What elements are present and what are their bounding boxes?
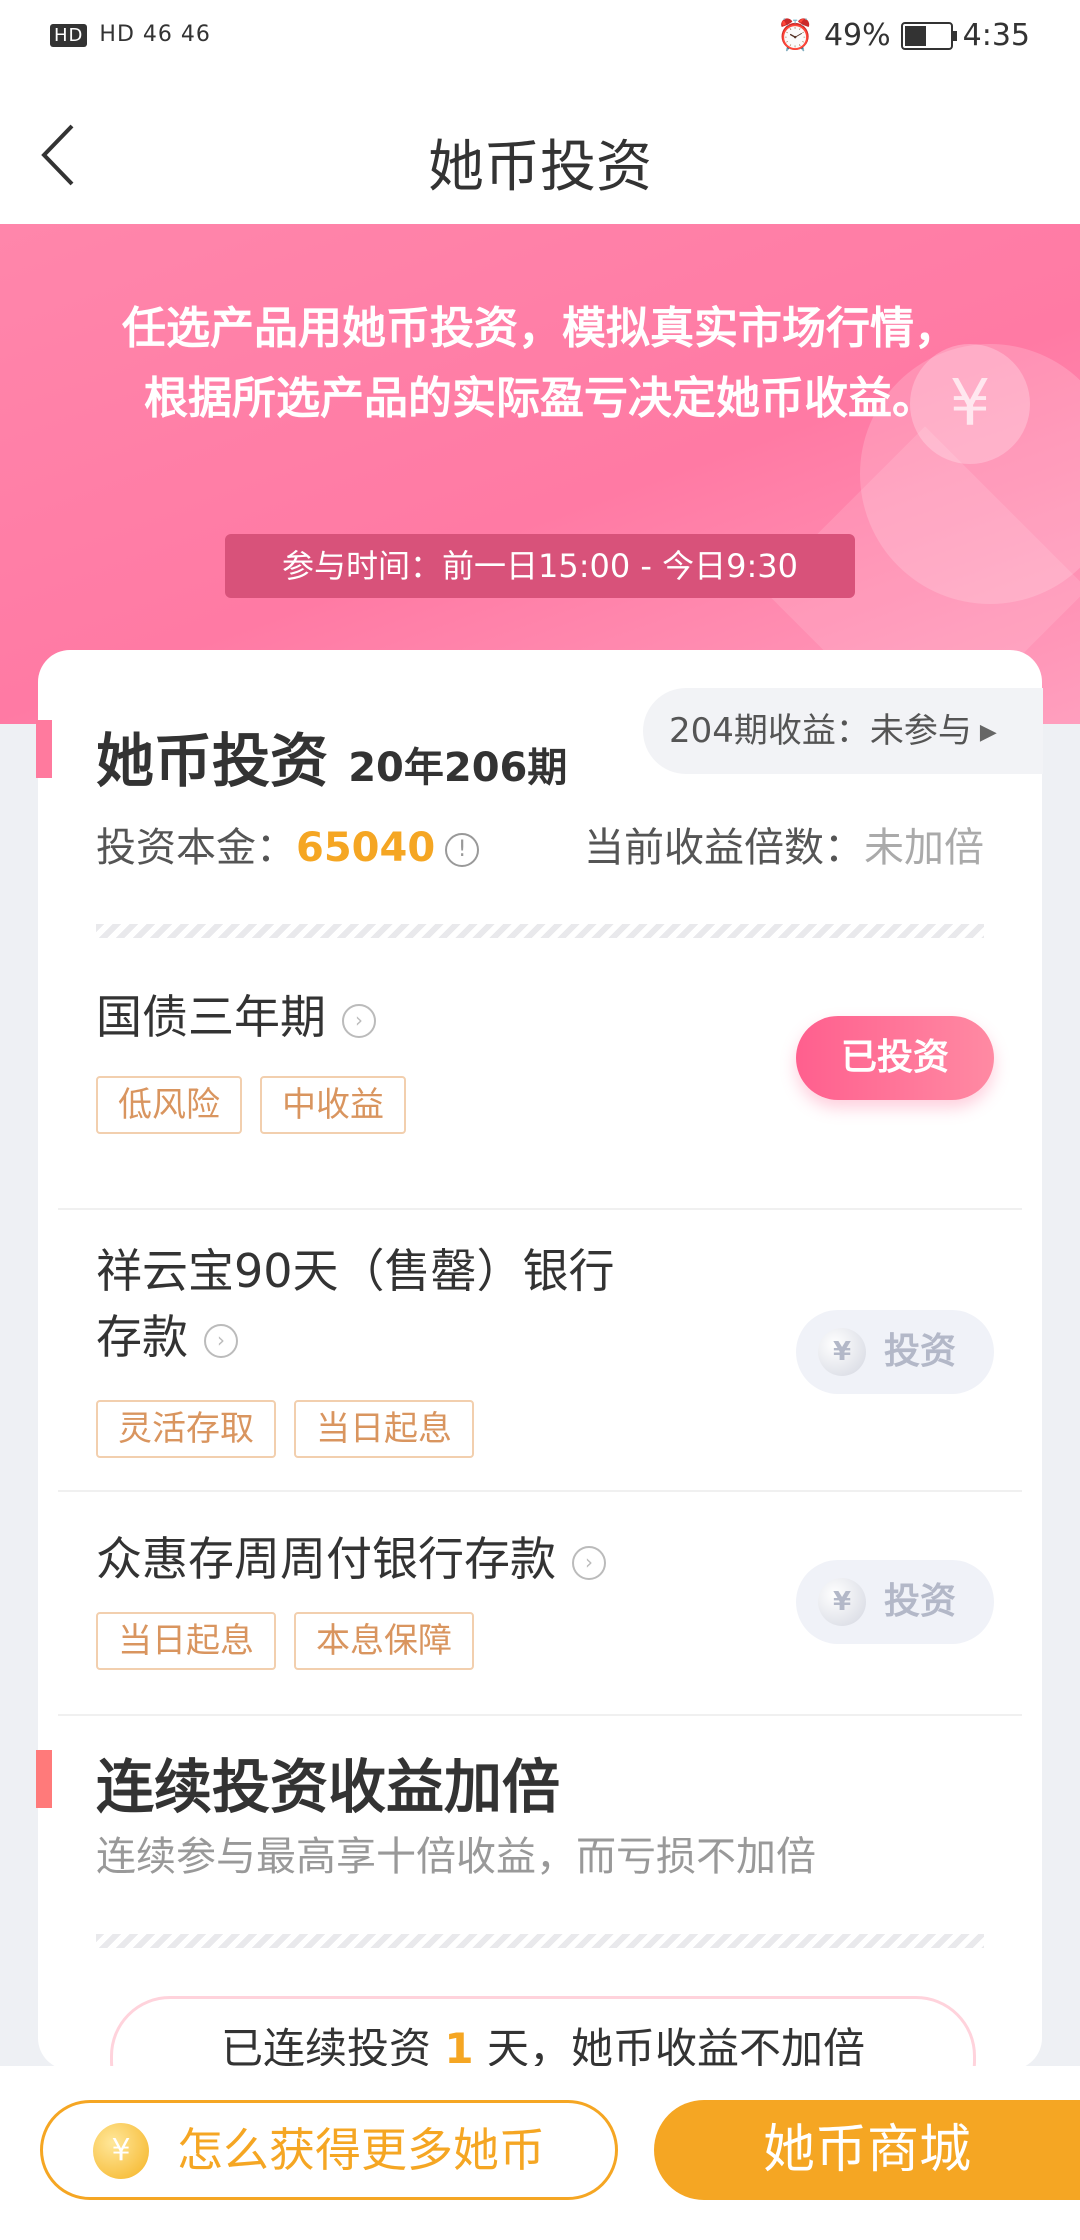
- hd-icon: HD: [50, 24, 88, 47]
- header: 她币投资: [0, 80, 1080, 224]
- product-tags: 低风险 中收益: [96, 1076, 406, 1134]
- product-name: 国债三年期 ›: [96, 984, 376, 1050]
- clock: 4:35: [962, 18, 1030, 53]
- divider: [96, 1934, 984, 1948]
- invested-button[interactable]: 已投资: [796, 1016, 994, 1100]
- coin-mall-button[interactable]: 她币商城: [654, 2100, 1080, 2200]
- product-tag: 当日起息: [96, 1612, 276, 1670]
- streak-subtitle: 连续参与最高享十倍收益，而亏损不加倍: [96, 1834, 816, 1880]
- status-right: ⏰ 49% 4:35: [777, 18, 1030, 53]
- investment-period: 20年206期: [348, 745, 568, 791]
- investment-meta: 投资本金：65040! 当前收益倍数：未加倍: [96, 815, 1016, 873]
- chevron-right-circle-icon[interactable]: ›: [572, 1545, 606, 1580]
- battery-icon: [900, 21, 957, 50]
- section-marker: [36, 1750, 52, 1808]
- product-name-text: 祥云宝90天（售罄）银行存款: [96, 1244, 615, 1364]
- signal-indicators: HD HD 46 46: [50, 22, 211, 47]
- more-coins-button[interactable]: ¥ 怎么获得更多她币: [40, 2100, 618, 2200]
- product-tags: 当日起息 本息保障: [96, 1612, 474, 1670]
- multiplier: 当前收益倍数：未加倍: [584, 815, 984, 873]
- alarm-icon: ⏰: [776, 18, 814, 53]
- participation-time: 参与时间：前一日15:00 - 今日9:30: [225, 534, 855, 598]
- page-title: 她币投资: [428, 135, 652, 200]
- investment-card: 她币投资 20年206期 204期收益：未参与 ▶ 投资本金：65040! 当前收…: [36, 650, 1043, 2122]
- multiplier-value: 未加倍: [864, 825, 984, 871]
- yen-coin-icon: ¥: [93, 2123, 149, 2179]
- status-bar: HD HD 46 46 ⏰ 49% 4:35: [0, 0, 1080, 80]
- divider: [96, 924, 984, 938]
- product-tag: 当日起息: [294, 1400, 474, 1458]
- info-icon[interactable]: !: [445, 833, 480, 867]
- product-item[interactable]: 祥云宝90天（售罄）银行存款 › 灵活存取 当日起息 ¥ 投资: [58, 1208, 1022, 1492]
- product-tag: 低风险: [96, 1076, 242, 1134]
- product-name-text: 众惠存周周付银行存款: [96, 1532, 556, 1586]
- triangle-right-icon: ▶: [979, 719, 997, 745]
- previous-period-result[interactable]: 204期收益：未参与 ▶: [643, 688, 1043, 774]
- product-name-text: 国债三年期: [96, 990, 326, 1044]
- bottom-bar: ¥ 怎么获得更多她币 她币商城: [0, 2066, 1080, 2240]
- investment-title: 她币投资: [96, 727, 329, 795]
- battery-percent: 49%: [823, 18, 891, 53]
- invest-button-label: 投资: [884, 1581, 957, 1622]
- product-name: 众惠存周周付银行存款 ›: [96, 1526, 606, 1592]
- product-item[interactable]: 国债三年期 › 低风险 中收益 已投资: [58, 968, 1022, 1210]
- previous-period-text: 204期收益：未参与: [669, 711, 972, 751]
- intro-banner: ¥ 任选产品用她币投资，模拟真实市场行情，根据所选产品的实际盈亏决定她币收益。 …: [0, 224, 1080, 724]
- yen-coin-icon: ¥: [818, 1328, 866, 1376]
- signal-text: HD 46 46: [99, 22, 211, 47]
- section-title: 她币投资 20年206期: [96, 714, 567, 798]
- section-marker: [36, 720, 52, 778]
- streak-title: 连续投资收益加倍: [96, 1753, 561, 1821]
- product-item[interactable]: 众惠存周周付银行存款 › 当日起息 本息保障 ¥ 投资: [58, 1490, 1022, 1716]
- banner-description: 任选产品用她币投资，模拟真实市场行情，根据所选产品的实际盈亏决定她币收益。: [122, 303, 958, 424]
- invest-button-label: 投资: [884, 1331, 957, 1372]
- product-name: 祥云宝90天（售罄）银行存款 ›: [96, 1238, 656, 1370]
- product-tags: 灵活存取 当日起息: [96, 1400, 474, 1458]
- more-coins-label: 怎么获得更多她币: [177, 2123, 545, 2177]
- invest-button[interactable]: ¥ 投资: [796, 1310, 994, 1394]
- product-tag: 灵活存取: [96, 1400, 276, 1458]
- product-tag: 中收益: [260, 1076, 406, 1134]
- principal-label: 投资本金：: [96, 825, 296, 871]
- invest-button[interactable]: ¥ 投资: [796, 1560, 994, 1644]
- multiplier-label: 当前收益倍数：: [584, 825, 864, 871]
- chevron-right-circle-icon[interactable]: ›: [204, 1323, 238, 1358]
- chevron-right-circle-icon[interactable]: ›: [342, 1003, 376, 1038]
- principal-value: 65040: [296, 825, 436, 871]
- product-tag: 本息保障: [294, 1612, 474, 1670]
- yen-coin-icon: ¥: [818, 1578, 866, 1626]
